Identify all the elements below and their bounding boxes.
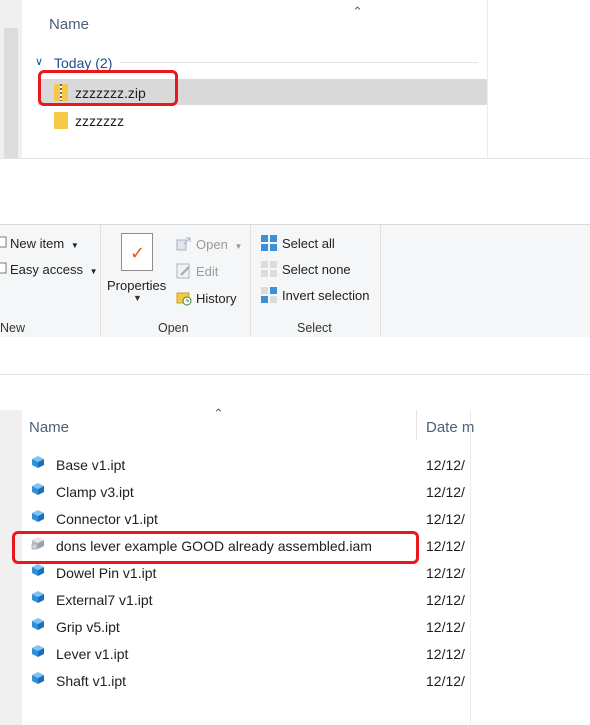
- properties-icon[interactable]: ✓: [121, 233, 153, 271]
- easy-access-label: Easy access: [10, 262, 83, 277]
- blank-area: [0, 158, 590, 224]
- red-highlight-box: [38, 70, 178, 106]
- group-label-open: Open: [158, 321, 189, 335]
- file-date: 12/12/: [426, 484, 465, 500]
- part-cube-icon: [32, 483, 44, 495]
- file-date: 12/12/: [426, 673, 465, 689]
- file-name: Shaft v1.ipt: [56, 673, 127, 689]
- file-date: 12/12/: [426, 646, 465, 662]
- divider: [0, 374, 590, 375]
- sort-ascending-icon: ⌃: [213, 406, 224, 421]
- pane-border: [470, 410, 471, 725]
- file-row[interactable]: Connector v1.ipt 12/12/: [28, 506, 470, 533]
- edit-button[interactable]: Edit: [196, 264, 218, 279]
- new-item-label: New item: [10, 236, 65, 251]
- dropdown-arrow-icon: ▼: [234, 242, 243, 251]
- file-row[interactable]: Clamp v3.ipt 12/12/: [28, 479, 470, 506]
- file-row[interactable]: Dowel Pin v1.ipt 12/12/: [28, 560, 470, 587]
- edit-icon: [176, 263, 192, 279]
- file-row[interactable]: Grip v5.ipt 12/12/: [28, 614, 470, 641]
- file-date: 12/12/: [426, 457, 465, 473]
- chevron-down-icon[interactable]: ∨: [35, 55, 43, 68]
- group-divider: [120, 62, 478, 63]
- file-row[interactable]: Shaft v1.ipt 12/12/: [28, 668, 470, 695]
- part-cube-icon: [32, 645, 44, 657]
- file-date: 12/12/: [426, 592, 465, 608]
- part-cube-icon: [32, 456, 44, 468]
- group-label-new: New: [0, 321, 26, 335]
- pane-border: [487, 0, 488, 158]
- file-name: Grip v5.ipt: [56, 619, 120, 635]
- properties-button[interactable]: Properties: [107, 278, 166, 293]
- group-label-select: Select: [297, 321, 332, 335]
- column-header-date-modified[interactable]: Date m: [426, 419, 474, 436]
- new-item-button[interactable]: New item ▼: [10, 236, 79, 251]
- file-row[interactable]: Lever v1.ipt 12/12/: [28, 641, 470, 668]
- file-name: Dowel Pin v1.ipt: [56, 565, 157, 581]
- dropdown-arrow-icon: ▼: [70, 241, 79, 250]
- part-cube-icon: [32, 591, 44, 603]
- file-row[interactable]: External7 v1.ipt 12/12/: [28, 587, 470, 614]
- checkmark-icon: ✓: [130, 243, 146, 263]
- folder-icon: [54, 112, 68, 129]
- ribbon-separator: [100, 225, 101, 337]
- select-none-icon: [261, 261, 277, 277]
- file-name: Lever v1.ipt: [56, 646, 129, 662]
- group-header-today[interactable]: Today (2): [54, 55, 112, 71]
- sort-ascending-icon: ⌃: [352, 4, 363, 19]
- ribbon-separator: [250, 225, 251, 337]
- file-date: 12/12/: [426, 538, 465, 554]
- new-item-icon: [0, 235, 8, 248]
- part-cube-icon: [32, 510, 44, 522]
- nav-pane-scrollbar[interactable]: [4, 28, 18, 158]
- red-highlight-box: [12, 531, 419, 564]
- easy-access-icon: [0, 261, 8, 275]
- select-all-button[interactable]: Select all: [282, 236, 335, 251]
- divider: [0, 158, 590, 159]
- column-header-name[interactable]: Name: [29, 419, 69, 436]
- nav-pane-strip: [0, 410, 22, 725]
- column-header-name[interactable]: Name: [49, 16, 89, 33]
- ribbon-separator: [380, 225, 381, 337]
- select-all-icon: [261, 235, 277, 251]
- select-none-button[interactable]: Select none: [282, 262, 351, 277]
- part-cube-icon: [32, 564, 44, 576]
- open-icon: [176, 236, 192, 252]
- file-date: 12/12/: [426, 619, 465, 635]
- dropdown-arrow-icon[interactable]: ▼: [133, 293, 142, 303]
- history-icon: [176, 290, 192, 306]
- invert-selection-icon: [261, 287, 277, 303]
- file-date: 12/12/: [426, 565, 465, 581]
- file-date: 12/12/: [426, 511, 465, 527]
- invert-selection-button[interactable]: Invert selection: [282, 288, 369, 303]
- file-row[interactable]: Base v1.ipt 12/12/: [28, 452, 470, 479]
- open-button[interactable]: Open ▼: [196, 237, 242, 252]
- home-ribbon: New item ▼ Easy access ▼ New ✓ Propertie…: [0, 224, 590, 338]
- file-name-folder[interactable]: zzzzzzz: [75, 113, 124, 129]
- column-separator[interactable]: [416, 410, 417, 440]
- open-label: Open: [196, 237, 228, 252]
- easy-access-button[interactable]: Easy access ▼: [10, 262, 98, 277]
- file-name: Clamp v3.ipt: [56, 484, 134, 500]
- part-cube-icon: [32, 672, 44, 684]
- part-cube-icon: [32, 618, 44, 630]
- file-name: Base v1.ipt: [56, 457, 126, 473]
- file-name: External7 v1.ipt: [56, 592, 153, 608]
- history-button[interactable]: History: [196, 291, 236, 306]
- file-name: Connector v1.ipt: [56, 511, 158, 527]
- dropdown-arrow-icon: ▼: [89, 267, 98, 276]
